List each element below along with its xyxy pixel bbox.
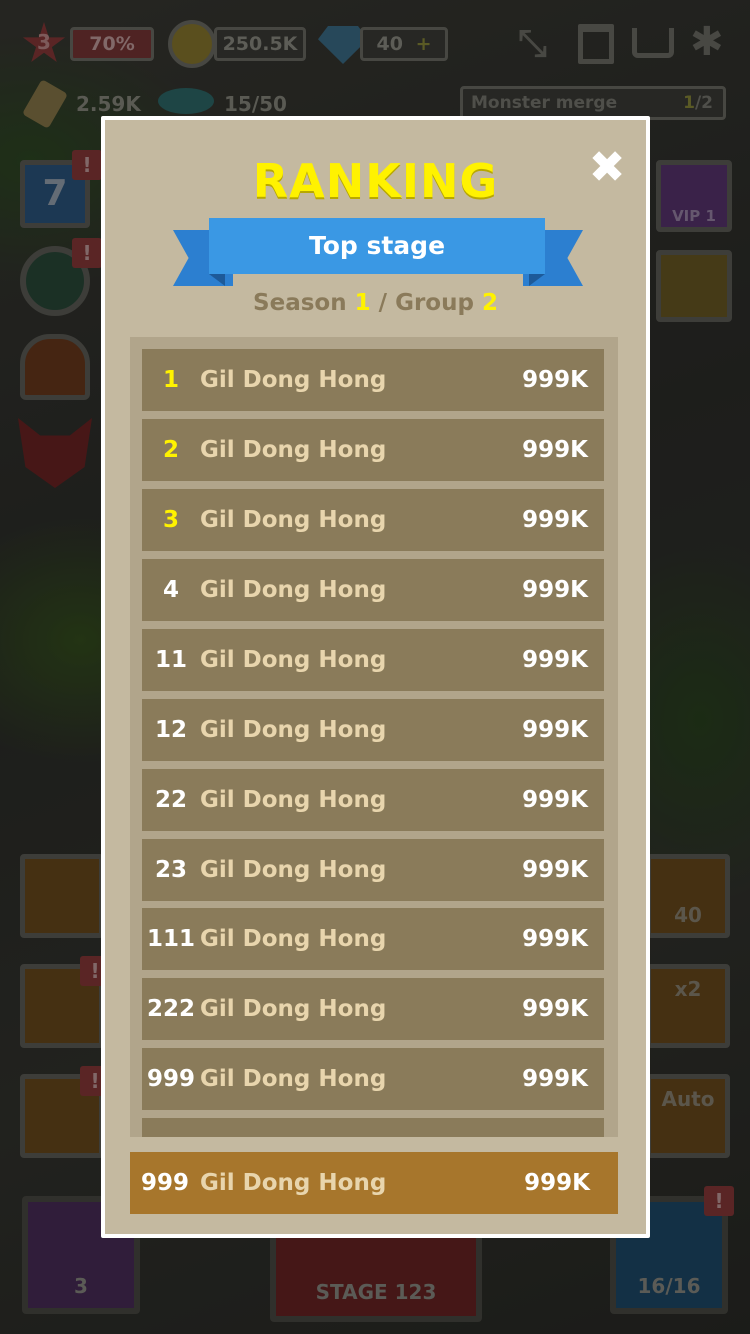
ranking-row-partial[interactable] xyxy=(142,1118,604,1137)
player-name: Gil Dong Hong xyxy=(200,1066,387,1092)
ranking-row[interactable]: 22 Gil Dong Hong 999K xyxy=(142,769,604,831)
player-name: Gil Dong Hong xyxy=(200,996,387,1022)
rank-number: 2 xyxy=(162,437,179,463)
rank-number: 11 xyxy=(154,647,187,673)
rank-number: 222 xyxy=(146,996,195,1022)
rank-number: 23 xyxy=(154,857,187,883)
player-score: 999K xyxy=(522,926,588,952)
season-separator: / xyxy=(378,290,388,316)
player-score: 999K xyxy=(522,857,588,883)
player-name: Gil Dong Hong xyxy=(200,577,387,603)
ranking-list[interactable]: 1 Gil Dong Hong 999K 2 Gil Dong Hong 999… xyxy=(130,337,618,1137)
rank-number: 1 xyxy=(162,367,179,393)
player-score: 999K xyxy=(522,437,588,463)
rank-number: 12 xyxy=(154,717,187,743)
ranking-row[interactable]: 999 Gil Dong Hong 999K xyxy=(142,1048,604,1110)
my-player-name: Gil Dong Hong xyxy=(200,1170,387,1196)
player-score: 999K xyxy=(522,577,588,603)
player-score: 999K xyxy=(522,1066,588,1092)
ranking-modal: RANKING ✖ Top stage Season 1 / Group 2 1… xyxy=(101,116,650,1238)
my-player-score: 999K xyxy=(524,1170,590,1196)
ranking-row[interactable]: 4 Gil Dong Hong 999K xyxy=(142,559,604,621)
ranking-row[interactable]: 2 Gil Dong Hong 999K xyxy=(142,419,604,481)
player-name: Gil Dong Hong xyxy=(200,437,387,463)
player-score: 999K xyxy=(522,996,588,1022)
ranking-row[interactable]: 11 Gil Dong Hong 999K xyxy=(142,629,604,691)
modal-title: RANKING xyxy=(252,154,499,208)
ranking-row[interactable]: 111 Gil Dong Hong 999K xyxy=(142,908,604,970)
my-ranking-row[interactable]: 999 Gil Dong Hong 999K xyxy=(130,1152,618,1214)
player-score: 999K xyxy=(522,647,588,673)
player-score: 999K xyxy=(522,787,588,813)
my-rank-number: 999 xyxy=(140,1170,189,1196)
player-name: Gil Dong Hong xyxy=(200,717,387,743)
close-icon[interactable]: ✖ xyxy=(587,146,627,190)
ranking-row[interactable]: 23 Gil Dong Hong 999K xyxy=(142,839,604,901)
season-number: 1 xyxy=(354,290,371,316)
player-name: Gil Dong Hong xyxy=(200,926,387,952)
ranking-row[interactable]: 3 Gil Dong Hong 999K xyxy=(142,489,604,551)
player-name: Gil Dong Hong xyxy=(200,367,387,393)
season-word: Season xyxy=(253,290,347,316)
player-score: 999K xyxy=(522,367,588,393)
rank-number: 999 xyxy=(146,1066,195,1092)
ranking-row[interactable]: 12 Gil Dong Hong 999K xyxy=(142,699,604,761)
player-score: 999K xyxy=(522,507,588,533)
rank-number: 111 xyxy=(146,926,195,952)
season-group-label: Season 1 / Group 2 xyxy=(105,290,646,316)
rank-number: 22 xyxy=(154,787,187,813)
rank-number: 4 xyxy=(162,577,179,603)
player-name: Gil Dong Hong xyxy=(200,857,387,883)
player-name: Gil Dong Hong xyxy=(200,647,387,673)
player-name: Gil Dong Hong xyxy=(200,787,387,813)
rank-number: 3 xyxy=(162,507,179,533)
player-score: 999K xyxy=(522,717,588,743)
ranking-row[interactable]: 1 Gil Dong Hong 999K xyxy=(142,349,604,411)
ranking-row[interactable]: 222 Gil Dong Hong 999K xyxy=(142,978,604,1040)
player-name: Gil Dong Hong xyxy=(200,507,387,533)
category-ribbon: Top stage xyxy=(209,218,545,274)
group-number: 2 xyxy=(481,290,498,316)
group-word: Group xyxy=(395,290,474,316)
